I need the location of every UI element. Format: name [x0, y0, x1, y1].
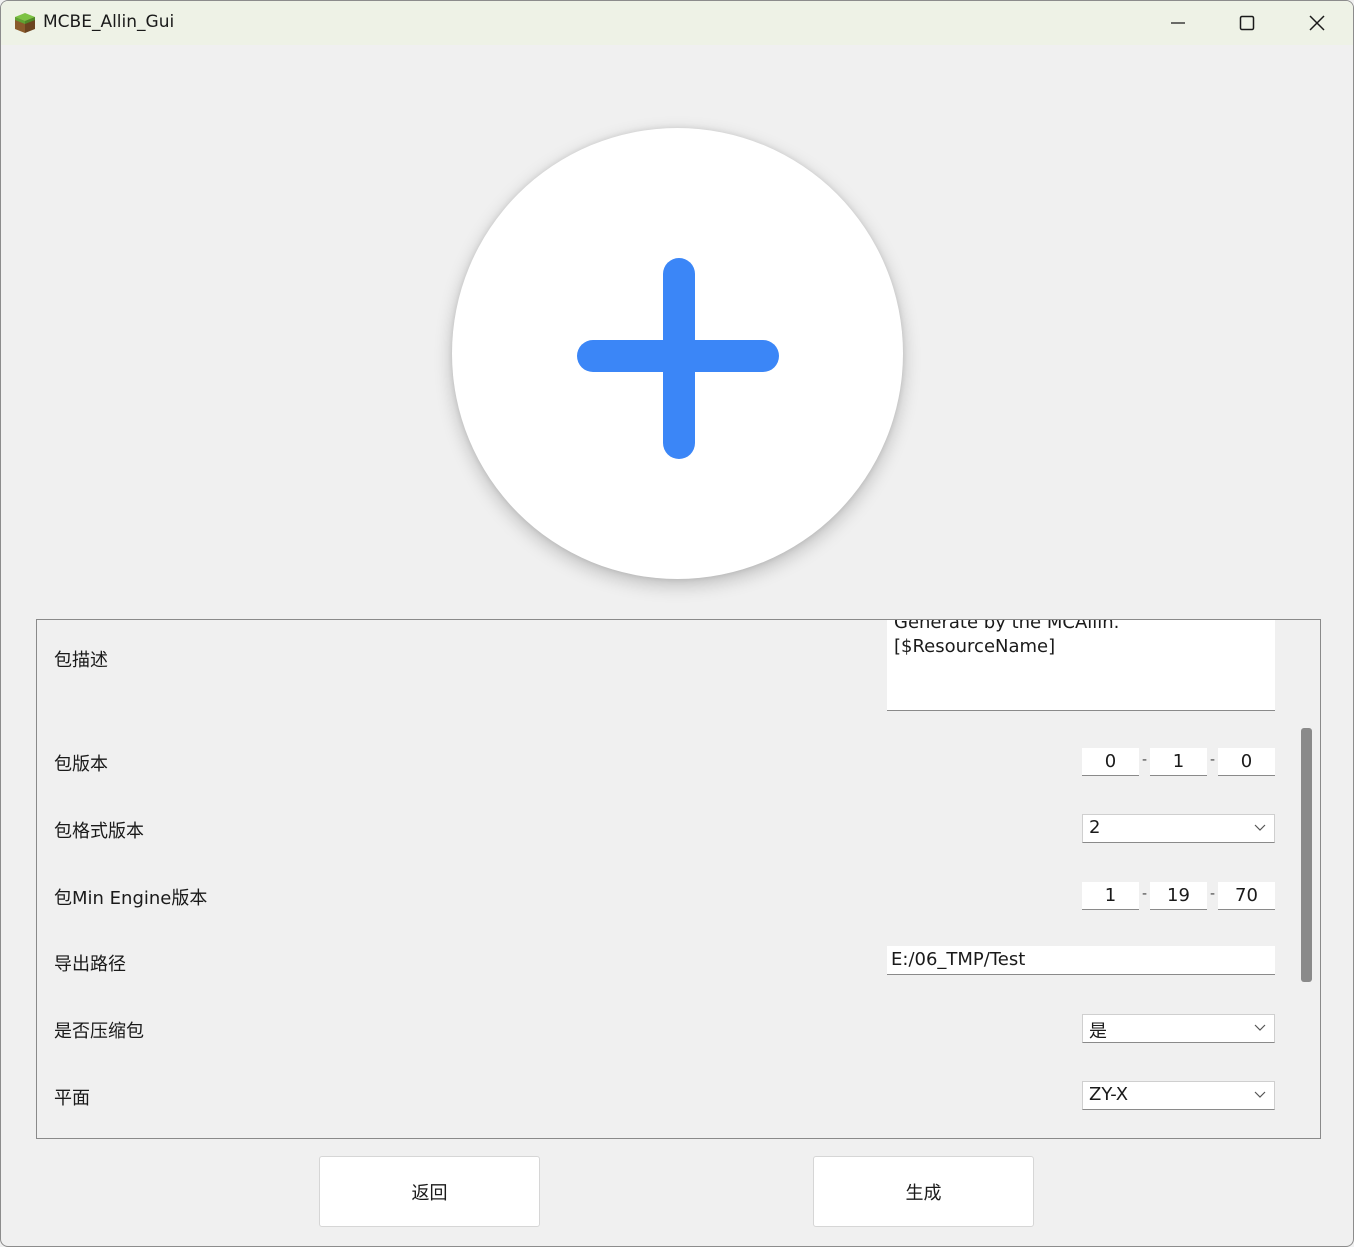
- min-engine-label: 包Min Engine版本: [54, 888, 208, 909]
- compress-select[interactable]: 是: [1082, 1014, 1275, 1043]
- engine-patch-input[interactable]: 70: [1218, 882, 1275, 910]
- minimize-button[interactable]: [1143, 1, 1213, 45]
- back-button[interactable]: 返回: [319, 1156, 540, 1227]
- chevron-down-icon: [1254, 824, 1266, 831]
- plane-select[interactable]: ZY-X: [1082, 1081, 1275, 1110]
- version-separator: -: [1142, 752, 1148, 768]
- maximize-icon: [1239, 15, 1255, 31]
- description-line: [$ResourceName]: [894, 636, 1056, 657]
- grass-block-icon: [15, 13, 35, 33]
- compress-value: 是: [1089, 1021, 1107, 1042]
- version-patch-input[interactable]: 0: [1218, 748, 1275, 776]
- version-minor-input[interactable]: 1: [1150, 748, 1207, 776]
- engine-major-input[interactable]: 1: [1082, 882, 1139, 910]
- plane-label: 平面: [54, 1088, 90, 1109]
- generate-button[interactable]: 生成: [813, 1156, 1034, 1227]
- scrollbar-thumb[interactable]: [1301, 728, 1312, 982]
- export-path-label: 导出路径: [54, 954, 126, 975]
- description-line: Generate by the MCAllin.: [894, 620, 1120, 633]
- window-title: MCBE_Allin_Gui: [43, 12, 175, 32]
- plus-icon-horizontal: [577, 340, 779, 372]
- chevron-down-icon: [1254, 1024, 1266, 1031]
- version-separator: -: [1210, 752, 1216, 768]
- maximize-button[interactable]: [1212, 1, 1282, 45]
- plane-value: ZY-X: [1089, 1084, 1129, 1105]
- version-label: 包版本: [54, 754, 108, 775]
- description-label: 包描述: [54, 650, 108, 671]
- title-bar[interactable]: MCBE_Allin_Gui: [1, 1, 1353, 45]
- app-window: MCBE_Allin_Gui 包描述 Generate by the MCAll…: [0, 0, 1354, 1247]
- close-button[interactable]: [1282, 1, 1352, 45]
- compress-label: 是否压缩包: [54, 1021, 144, 1042]
- description-textarea[interactable]: Generate by the MCAllin. [$ResourceName]: [887, 620, 1275, 711]
- chevron-down-icon: [1254, 1091, 1266, 1098]
- export-path-input[interactable]: E:/06_TMP/Test: [887, 946, 1275, 975]
- close-icon: [1309, 15, 1325, 31]
- engine-separator: -: [1210, 886, 1216, 902]
- version-major-input[interactable]: 0: [1082, 748, 1139, 776]
- engine-separator: -: [1142, 886, 1148, 902]
- format-version-value: 2: [1089, 817, 1101, 838]
- export-path-value: E:/06_TMP/Test: [891, 949, 1026, 970]
- format-version-label: 包格式版本: [54, 821, 144, 842]
- minimize-icon: [1171, 22, 1185, 24]
- engine-minor-input[interactable]: 19: [1150, 882, 1207, 910]
- format-version-select[interactable]: 2: [1082, 814, 1275, 843]
